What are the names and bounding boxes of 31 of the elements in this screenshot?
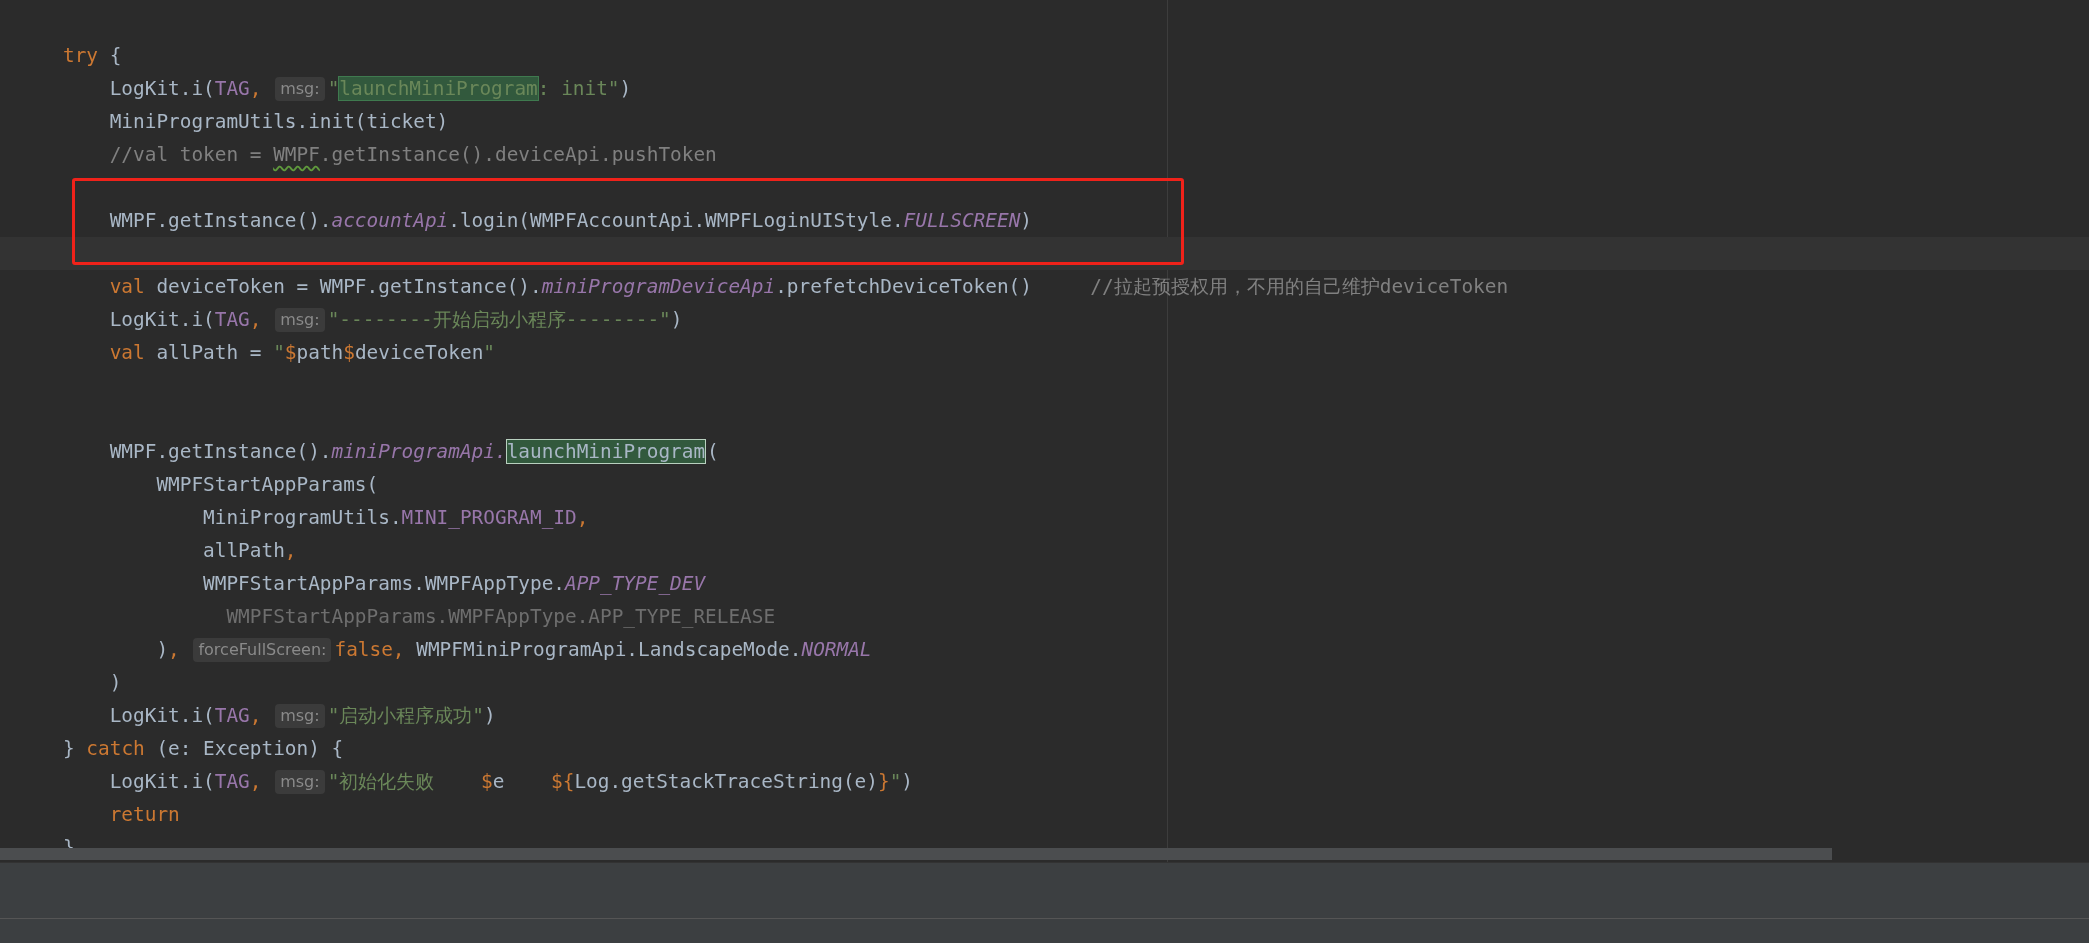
- code-text: ),: [155, 637, 181, 663]
- code-text: "--------开始启动小程序--------"): [327, 307, 683, 333]
- code-text: MiniProgramUtils.MINI_PROGRAM_ID,: [202, 505, 589, 531]
- code-text: false, WMPFMiniProgramApi.LandscapeMode.NORMAL: [334, 637, 872, 663]
- code-text: } catch (e: Exception) {: [63, 736, 344, 762]
- code-text: "启动小程序成功"): [327, 703, 496, 729]
- code-text: LogKit.i(TAG,: [108, 76, 263, 102]
- code-text: try {: [63, 43, 122, 69]
- code-text: val allPath = "$path$deviceToken": [108, 340, 496, 366]
- code-text: LogKit.i(TAG,: [108, 769, 263, 795]
- code-text: ): [108, 670, 122, 696]
- code-text: WMPFStartAppParams(: [155, 472, 379, 498]
- code-text: WMPF.getInstance().accountApi.login(WMPFAccountApi.WMPFLoginUIStyle.FULLSCREEN): [108, 208, 1032, 234]
- horizontal-scrollbar[interactable]: [0, 848, 1832, 860]
- inlay-hint: msg:: [275, 703, 325, 728]
- code-text: LogKit.i(TAG,: [108, 307, 263, 333]
- inlay-hint: msg:: [275, 769, 325, 794]
- code-text: LogKit.i(TAG,: [108, 703, 263, 729]
- code-text: WMPFStartAppParams.WMPFAppType.APP_TYPE_DEV: [202, 571, 706, 597]
- code-text: val deviceToken = WMPF.getInstance().miniProgramDeviceApi.prefetchDeviceToken() //拉起预授权用，不用的自己维护deviceToken: [108, 274, 1509, 300]
- code-text: allPath,: [202, 538, 297, 564]
- code-text: MiniProgramUtils.init(ticket): [108, 109, 449, 135]
- code-text: WMPF.getInstance().miniProgramApi.launchMiniProgram(: [108, 439, 719, 465]
- inlay-hint: forceFullScreen:: [193, 637, 332, 662]
- inlay-hint: msg:: [275, 76, 325, 101]
- code-text: return: [108, 802, 180, 828]
- code-text: "初始化失败 $e ${Log.getStackTraceString(e)}"): [327, 769, 913, 795]
- code-editor[interactable]: [0, 0, 2089, 862]
- inlay-hint: msg:: [275, 307, 325, 332]
- code-text: WMPFStartAppParams.WMPFAppType.APP_TYPE_RELEASE: [225, 604, 776, 630]
- code-text: //val token = WMPF.getInstance().deviceApi.pushToken: [108, 142, 717, 168]
